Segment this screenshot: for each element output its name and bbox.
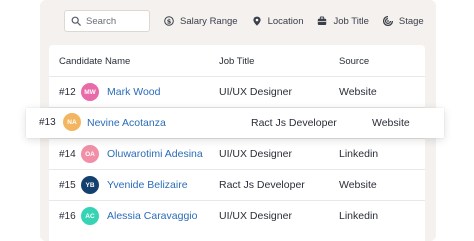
filter-label: Salary Range — [180, 15, 238, 27]
source: Linkedin — [339, 148, 379, 160]
filter-label: Job Title — [333, 15, 369, 27]
avatar: YB — [81, 176, 99, 194]
table-row-dragged[interactable]: #13 NA Nevine Acotanza Ract Js Developer… — [26, 108, 444, 138]
source: Website — [339, 179, 377, 191]
candidate-name-link[interactable]: Alessia Caravaggio — [107, 210, 197, 222]
table-header: Candidate Name Job Title Source — [49, 45, 425, 76]
candidate-name-link[interactable]: Nevine Acotanza — [87, 117, 166, 129]
column-header-source[interactable]: Source — [339, 56, 369, 67]
dollar-icon: $ — [164, 16, 174, 26]
filter-bar: Search $ Salary Range Location Job Title… — [64, 10, 424, 32]
table-row[interactable]: #14 OA Oluwarotimi Adesina UI/UX Designe… — [49, 138, 425, 169]
candidate-name-link[interactable]: Yvenide Belizaire — [107, 179, 188, 191]
stage-icon — [382, 16, 393, 26]
source: Website — [372, 117, 410, 129]
avatar: MW — [81, 83, 99, 101]
filter-job-title[interactable]: Job Title — [317, 15, 369, 27]
search-input[interactable]: Search — [64, 10, 150, 32]
avatar: OA — [81, 145, 99, 163]
table-row[interactable]: #15 YB Yvenide Belizaire Ract Js Develop… — [49, 169, 425, 200]
job-title: UI/UX Designer — [219, 148, 292, 160]
avatar: AC — [81, 207, 99, 225]
candidates-table: Candidate Name Job Title Source #12 MW M… — [49, 45, 425, 241]
job-title: Ract Js Developer — [251, 117, 337, 129]
job-title: UI/UX Designer — [219, 210, 292, 222]
column-header-candidate-name[interactable]: Candidate Name — [59, 56, 130, 67]
table-row[interactable]: #12 MW Mark Wood UI/UX Designer Website — [49, 76, 425, 107]
job-title: Ract Js Developer — [219, 179, 305, 191]
filter-stage[interactable]: Stage — [382, 15, 424, 27]
search-icon — [71, 16, 81, 26]
search-placeholder: Search — [86, 15, 117, 27]
candidate-name-link[interactable]: Mark Wood — [107, 86, 161, 98]
candidate-name-link[interactable]: Oluwarotimi Adesina — [107, 148, 203, 160]
source: Linkedin — [339, 210, 379, 222]
candidate-number: #12 — [59, 87, 76, 98]
location-pin-icon — [252, 16, 261, 26]
candidate-number: #13 — [39, 117, 56, 128]
filter-location[interactable]: Location — [252, 15, 304, 27]
avatar: NA — [63, 113, 81, 131]
column-header-job-title[interactable]: Job Title — [219, 56, 254, 67]
candidate-number: #15 — [59, 180, 76, 191]
source: Website — [339, 86, 377, 98]
filter-label: Location — [267, 15, 304, 27]
table-row[interactable]: #16 AC Alessia Caravaggio UI/UX Designer… — [49, 200, 425, 231]
job-title: UI/UX Designer — [219, 86, 292, 98]
filter-salary-range[interactable]: $ Salary Range — [164, 16, 238, 27]
filter-label: Stage — [398, 15, 424, 27]
candidate-number: #16 — [59, 211, 76, 222]
svg-text:$: $ — [167, 18, 172, 26]
briefcase-icon — [318, 16, 327, 25]
candidate-number: #14 — [59, 149, 76, 160]
